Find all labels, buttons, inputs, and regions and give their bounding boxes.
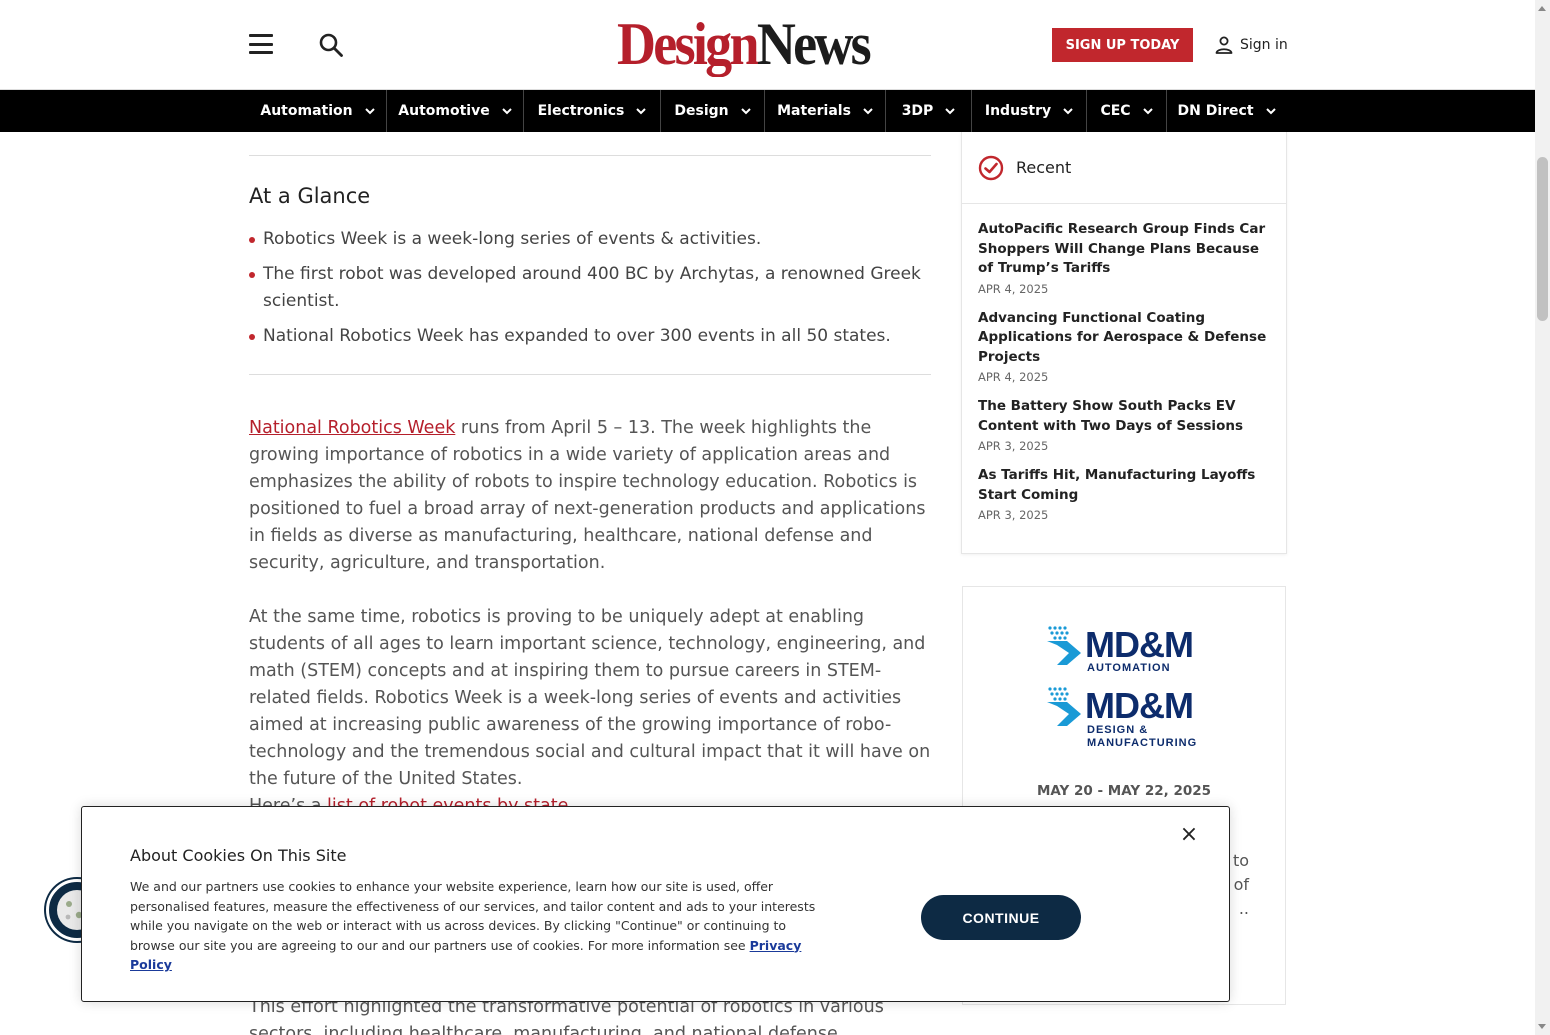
- chevron-down-icon: [636, 108, 647, 115]
- divider: [249, 155, 931, 156]
- close-icon[interactable]: ×: [1179, 824, 1199, 846]
- chevron-logo-icon: [1047, 626, 1081, 665]
- recent-headline[interactable]: The Battery Show South Packs EV Content …: [978, 397, 1273, 436]
- mdm-design-manufacturing-logo: MD&M DESIGN & MANUFACTURING: [1047, 685, 1217, 749]
- signup-button[interactable]: SIGN UP TODAY: [1052, 28, 1193, 62]
- nav-item-label: Design: [674, 103, 729, 119]
- chevron-down-icon: [502, 108, 512, 115]
- recent-item[interactable]: The Battery Show South Packs EV Content …: [978, 397, 1273, 453]
- divider: [249, 374, 931, 375]
- ad-text-fragment: of: [1233, 875, 1249, 894]
- nav-item-label: Automation: [260, 103, 353, 119]
- page-scrollbar[interactable]: [1535, 0, 1550, 1035]
- nav-item-electronics[interactable]: Electronics: [523, 90, 660, 132]
- chevron-down-icon: [1265, 108, 1276, 115]
- nav-item-label: DN Direct: [1177, 103, 1254, 119]
- nav-item-cec[interactable]: CEC: [1086, 90, 1166, 132]
- search-icon[interactable]: [318, 32, 344, 58]
- event-dates: MAY 20 - MAY 22, 2025: [1036, 783, 1212, 799]
- nav-item-automotive[interactable]: Automotive: [386, 90, 523, 132]
- nav-item-label: Automotive: [398, 103, 490, 119]
- chevron-down-icon: [945, 108, 956, 115]
- cookie-description: We and our partners use cookies to enhan…: [130, 877, 820, 975]
- recent-articles-card: Recent AutoPacific Research Group Finds …: [961, 132, 1287, 554]
- mdm-sub: AUTOMATION: [1087, 662, 1171, 674]
- mdm-name: MD&M: [1085, 624, 1194, 665]
- check-circle-icon: [978, 155, 1004, 180]
- nav-item-industry[interactable]: Industry: [971, 90, 1086, 132]
- cookie-body: We and our partners use cookies to enhan…: [130, 879, 816, 953]
- scroll-thumb[interactable]: [1537, 157, 1548, 321]
- scroll-up-icon[interactable]: [1538, 6, 1546, 11]
- ad-text-fragment: ..: [1238, 899, 1249, 918]
- recent-item[interactable]: AutoPacific Research Group Finds Car Sho…: [978, 220, 1273, 296]
- nav-item-design[interactable]: Design: [660, 90, 764, 132]
- mdm-name: MD&M: [1085, 685, 1194, 726]
- mdm-sub: MANUFACTURING: [1087, 737, 1198, 749]
- mdm-sub: DESIGN &: [1087, 724, 1149, 736]
- recent-list: AutoPacific Research Group Finds Car Sho…: [978, 220, 1273, 535]
- recent-item[interactable]: Advancing Functional Coating Application…: [978, 309, 1273, 385]
- national-robotics-week-link[interactable]: National Robotics Week: [249, 418, 455, 438]
- at-a-glance-heading: At a Glance: [249, 184, 371, 208]
- glance-item: Robotics Week is a week-long series of e…: [249, 226, 931, 253]
- nav-item-label: 3DP: [901, 103, 934, 119]
- menu-icon[interactable]: [249, 34, 273, 54]
- chevron-logo-icon: [1047, 687, 1081, 726]
- glance-item: National Robotics Week has expanded to o…: [249, 323, 931, 350]
- logo-design: Design: [617, 11, 760, 77]
- recent-headline[interactable]: As Tariffs Hit, Manufacturing Layoffs St…: [978, 466, 1273, 505]
- at-a-glance-list: Robotics Week is a week-long series of e…: [249, 226, 931, 358]
- nav-item-dn-direct[interactable]: DN Direct: [1166, 90, 1286, 132]
- nav-item-label: Materials: [777, 103, 851, 119]
- recent-headline[interactable]: Advancing Functional Coating Application…: [978, 309, 1273, 368]
- nav-item-label: CEC: [1100, 103, 1131, 119]
- site-logo[interactable]: Design News: [617, 10, 889, 78]
- chevron-down-icon: [863, 108, 873, 115]
- scroll-down-icon[interactable]: [1538, 1024, 1546, 1029]
- recent-date: APR 4, 2025: [978, 281, 1049, 296]
- article-paragraph: At the same time, robotics is proving to…: [249, 607, 931, 789]
- nav-item-3dp[interactable]: 3DP: [885, 90, 971, 132]
- glance-item: The first robot was developed around 400…: [249, 261, 931, 315]
- user-icon: [1215, 36, 1233, 54]
- nav-item-label: Industry: [984, 103, 1052, 119]
- recent-headline[interactable]: AutoPacific Research Group Finds Car Sho…: [978, 220, 1273, 279]
- main-nav: Automation Automotive Electronics Design…: [0, 90, 1535, 132]
- logo-news: News: [756, 11, 872, 77]
- mdm-automation-logo: MD&M AUTOMATION: [1047, 625, 1217, 687]
- article-paragraph: National Robotics Week runs from April 5…: [249, 415, 931, 577]
- nav-item-automation[interactable]: Automation: [249, 90, 386, 132]
- recent-date: APR 4, 2025: [978, 370, 1049, 384]
- nav-item-materials[interactable]: Materials: [764, 90, 885, 132]
- chevron-down-icon: [1142, 108, 1153, 115]
- signin-label: Sign in: [1240, 37, 1288, 53]
- continue-button[interactable]: CONTINUE: [921, 895, 1081, 940]
- nav-item-label: Electronics: [537, 103, 625, 119]
- cookie-title: About Cookies On This Site: [130, 846, 347, 865]
- cookie-consent-banner: × About Cookies On This Site We and our …: [81, 806, 1230, 1002]
- chevron-down-icon: [364, 108, 375, 115]
- chevron-down-icon: [1063, 108, 1073, 115]
- signin-link[interactable]: Sign in: [1214, 33, 1288, 57]
- chevron-down-icon: [740, 108, 751, 115]
- recent-date: APR 3, 2025: [978, 439, 1049, 453]
- recent-header: Recent: [962, 132, 1286, 204]
- recent-date: APR 3, 2025: [978, 508, 1049, 522]
- recent-item[interactable]: As Tariffs Hit, Manufacturing Layoffs St…: [978, 466, 1273, 522]
- site-header: Design News SIGN UP TODAY Sign in: [0, 0, 1535, 90]
- recent-title: Recent: [1016, 158, 1072, 177]
- paragraph-text: runs from April 5 – 13. The week highlig…: [249, 418, 926, 573]
